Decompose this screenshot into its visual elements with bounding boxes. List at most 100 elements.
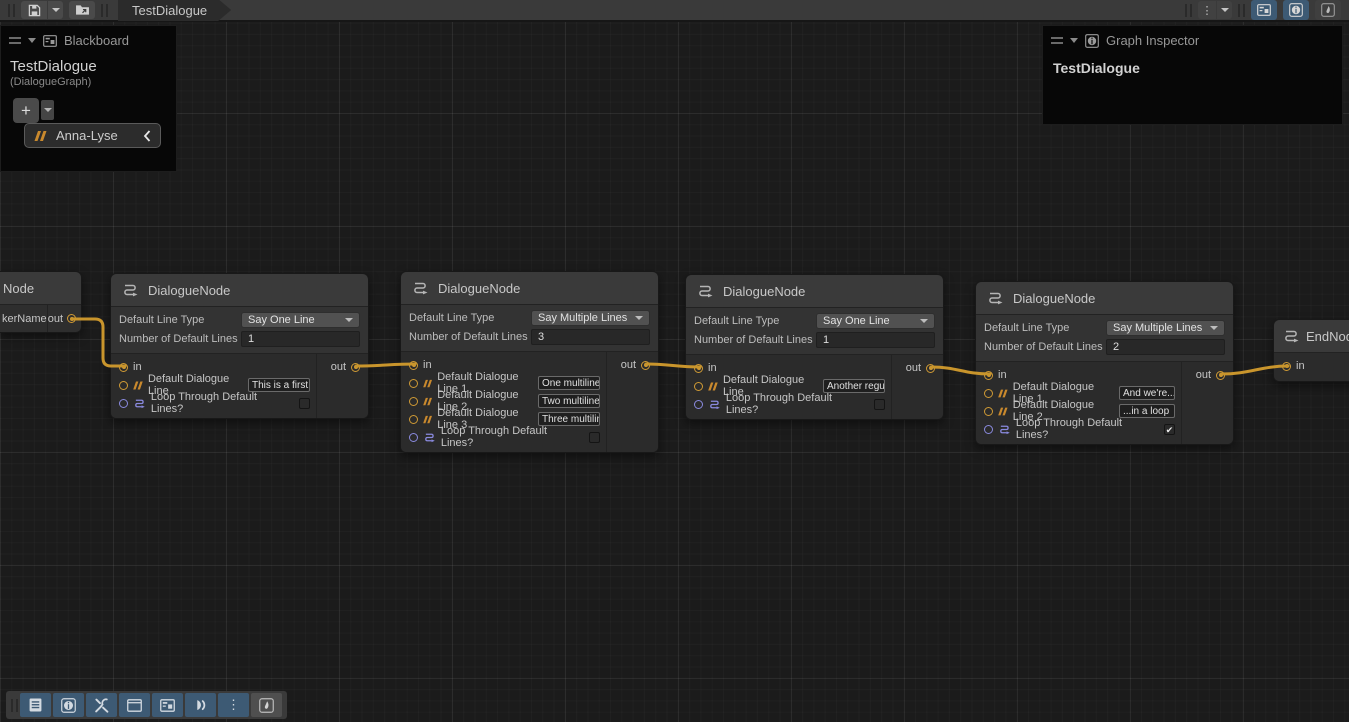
- drag-grip-icon[interactable]: [9, 37, 21, 44]
- dialogue-node[interactable]: DialogueNode Default Line Type Say One L…: [685, 274, 944, 420]
- line-type-dropdown[interactable]: Say One Line: [816, 313, 935, 329]
- blackboard-icon: [1257, 4, 1271, 16]
- toolbar-drag-handle[interactable]: [8, 4, 15, 17]
- line-type-dropdown[interactable]: Say Multiple Lines: [1106, 320, 1225, 336]
- spark-icon: [1321, 3, 1335, 17]
- loop-icon: [708, 399, 721, 410]
- prop-label: Default Line Type: [119, 314, 241, 326]
- inspector-panel-button[interactable]: [53, 693, 84, 717]
- add-property-button[interactable]: +: [13, 98, 39, 123]
- dialogue-node-icon: [986, 291, 1004, 305]
- field-value: 1: [248, 333, 254, 345]
- blackboard-panel-button[interactable]: [152, 693, 183, 717]
- node-header[interactable]: EndNode: [1274, 320, 1349, 353]
- drag-grip-icon[interactable]: [1051, 37, 1063, 44]
- string-port[interactable]: [694, 382, 703, 391]
- save-icon: [28, 4, 41, 17]
- spark-panel-button[interactable]: [251, 693, 282, 717]
- add-property-dropdown[interactable]: [41, 100, 54, 120]
- window-panel-button[interactable]: [119, 693, 150, 717]
- bool-port[interactable]: [119, 399, 128, 408]
- chevron-down-icon: [44, 108, 52, 112]
- loop-icon: [998, 424, 1011, 435]
- dialogue-node[interactable]: DialogueNode Default Line Type Say One L…: [110, 273, 369, 419]
- dialogue-line-field[interactable]: Two multiline: [538, 394, 600, 408]
- blackboard-item[interactable]: Anna-Lyse: [24, 123, 161, 148]
- graph-tab[interactable]: TestDialogue: [118, 0, 231, 21]
- loop-icon: [423, 432, 436, 443]
- dialogue-line-field[interactable]: Three multilin: [538, 412, 600, 426]
- toggle-inspector-button[interactable]: [1283, 0, 1309, 20]
- toolbar-drag-handle[interactable]: [1185, 4, 1192, 17]
- loop-checkbox[interactable]: [299, 398, 310, 409]
- string-port[interactable]: [409, 379, 418, 388]
- toggle-blackboard-button[interactable]: [1251, 0, 1277, 20]
- dropdown-value: Say Multiple Lines: [1113, 322, 1202, 334]
- string-port[interactable]: [119, 381, 128, 390]
- bool-port[interactable]: [409, 433, 418, 442]
- bool-port[interactable]: [984, 425, 993, 434]
- dialogue-node[interactable]: DialogueNode Default Line Type Say Multi…: [400, 271, 659, 453]
- loop-checkbox[interactable]: [874, 399, 885, 410]
- collapse-arrow-icon[interactable]: [1070, 38, 1078, 43]
- string-port[interactable]: [409, 397, 418, 406]
- dialogue-node[interactable]: DialogueNode Default Line Type Say Multi…: [975, 281, 1234, 445]
- node-header[interactable]: Node: [0, 272, 81, 305]
- line-type-dropdown[interactable]: Say Multiple Lines: [531, 310, 650, 326]
- node-header[interactable]: DialogueNode: [111, 274, 368, 307]
- loop-checkbox[interactable]: ✔: [1164, 424, 1175, 435]
- node-title: DialogueNode: [438, 281, 520, 296]
- bool-port[interactable]: [694, 400, 703, 409]
- save-button[interactable]: [21, 1, 47, 19]
- string-port[interactable]: [984, 389, 993, 398]
- in-port-label: in: [1296, 360, 1305, 372]
- port-label: Loop Through Default Lines?: [441, 425, 581, 449]
- tools-panel-button[interactable]: [86, 693, 117, 717]
- node-header[interactable]: DialogueNode: [686, 275, 943, 308]
- overflow-panel-button[interactable]: ⋮: [218, 693, 249, 717]
- overflow-menu-button[interactable]: ⋮: [1198, 1, 1216, 19]
- transition-panel-button[interactable]: [185, 693, 216, 717]
- script-panel-button[interactable]: [20, 693, 51, 717]
- line-type-dropdown[interactable]: Say One Line: [241, 312, 360, 328]
- tools-icon: [94, 698, 109, 713]
- toolbar-drag-handle[interactable]: [1238, 4, 1245, 17]
- chevron-down-icon: [1221, 8, 1229, 12]
- dialogue-line-field[interactable]: This is a first: [248, 378, 310, 392]
- overflow-menu-dropdown[interactable]: [1217, 1, 1232, 19]
- node-title: DialogueNode: [1013, 291, 1095, 306]
- node-header[interactable]: DialogueNode: [976, 282, 1233, 315]
- line-count-field[interactable]: 1: [241, 331, 360, 347]
- port-label: Loop Through Default Lines?: [151, 391, 291, 415]
- out-port-label: out: [48, 313, 63, 325]
- dialogue-line-field[interactable]: Another regu: [823, 379, 885, 393]
- blackboard-panel: Blackboard TestDialogue (DialogueGraph) …: [0, 25, 177, 172]
- toolbar-drag-handle[interactable]: [11, 699, 18, 712]
- toggle-spark-button[interactable]: [1315, 0, 1341, 20]
- node-header[interactable]: DialogueNode: [401, 272, 658, 305]
- chevron-down-icon: [920, 319, 928, 323]
- port-label: Loop Through Default Lines?: [726, 392, 866, 416]
- string-port[interactable]: [409, 415, 418, 424]
- dialogue-line-field[interactable]: And we're...: [1119, 386, 1175, 400]
- dialogue-line-field[interactable]: One multiline: [538, 376, 600, 390]
- line-count-field[interactable]: 2: [1106, 339, 1225, 355]
- string-port[interactable]: [984, 407, 993, 416]
- dialogue-node-icon: [696, 284, 714, 298]
- collapse-arrow-icon[interactable]: [28, 38, 36, 43]
- chevron-left-icon[interactable]: [143, 130, 151, 142]
- start-node[interactable]: Node kerName out: [0, 271, 82, 333]
- loop-checkbox[interactable]: [589, 432, 600, 443]
- quote-icon: [998, 407, 1008, 416]
- toolbar-drag-handle[interactable]: [101, 4, 108, 17]
- inspector-graph-name: TestDialogue: [1043, 52, 1342, 84]
- dialogue-node-icon: [121, 283, 139, 297]
- quote-icon: [34, 131, 47, 141]
- open-asset-button[interactable]: [69, 1, 95, 19]
- line-count-field[interactable]: 1: [816, 332, 935, 348]
- blackboard-icon: [43, 35, 57, 47]
- save-dropdown-button[interactable]: [48, 1, 63, 19]
- dialogue-line-field[interactable]: ...in a loop: [1119, 404, 1175, 418]
- line-count-field[interactable]: 3: [531, 329, 650, 345]
- end-node[interactable]: EndNode in: [1273, 319, 1349, 382]
